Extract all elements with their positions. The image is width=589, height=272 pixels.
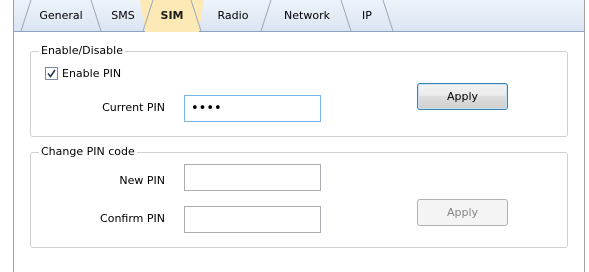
enable-disable-legend: Enable/Disable: [39, 44, 125, 57]
enable-pin-checkbox[interactable]: [45, 67, 58, 80]
confirm-pin-label: Confirm PIN: [100, 212, 165, 225]
tab-general[interactable]: General: [32, 0, 90, 31]
confirm-pin-field[interactable]: [184, 206, 321, 233]
change-apply-button[interactable]: Apply: [417, 199, 508, 226]
new-pin-field[interactable]: [184, 164, 321, 191]
enable-disable-group: Enable/Disable Enable PIN Current PIN Ap…: [30, 44, 568, 137]
tab-bar: General SMS SIM Radio Network IP: [14, 0, 584, 32]
tab-network[interactable]: Network: [272, 0, 342, 31]
change-pin-group: Change PIN code New PIN Confirm PIN Appl…: [30, 145, 568, 248]
sim-settings-panel: General SMS SIM Radio Network IP Enable/…: [13, 0, 585, 272]
enable-pin-label: Enable PIN: [62, 67, 122, 80]
tab-sms[interactable]: SMS: [102, 0, 144, 31]
change-pin-legend: Change PIN code: [39, 145, 137, 158]
tab-ip[interactable]: IP: [350, 0, 384, 31]
checkmark-icon: [47, 69, 56, 78]
enable-apply-button[interactable]: Apply: [417, 83, 508, 110]
current-pin-label: Current PIN: [102, 101, 165, 114]
enable-pin-row[interactable]: Enable PIN: [45, 67, 121, 80]
tab-radio[interactable]: Radio: [204, 0, 262, 31]
current-pin-field[interactable]: [184, 95, 321, 122]
new-pin-label: New PIN: [119, 174, 165, 187]
tab-separator: [20, 0, 32, 31]
tab-separator: [90, 0, 102, 31]
tab-sim[interactable]: SIM: [152, 0, 192, 31]
